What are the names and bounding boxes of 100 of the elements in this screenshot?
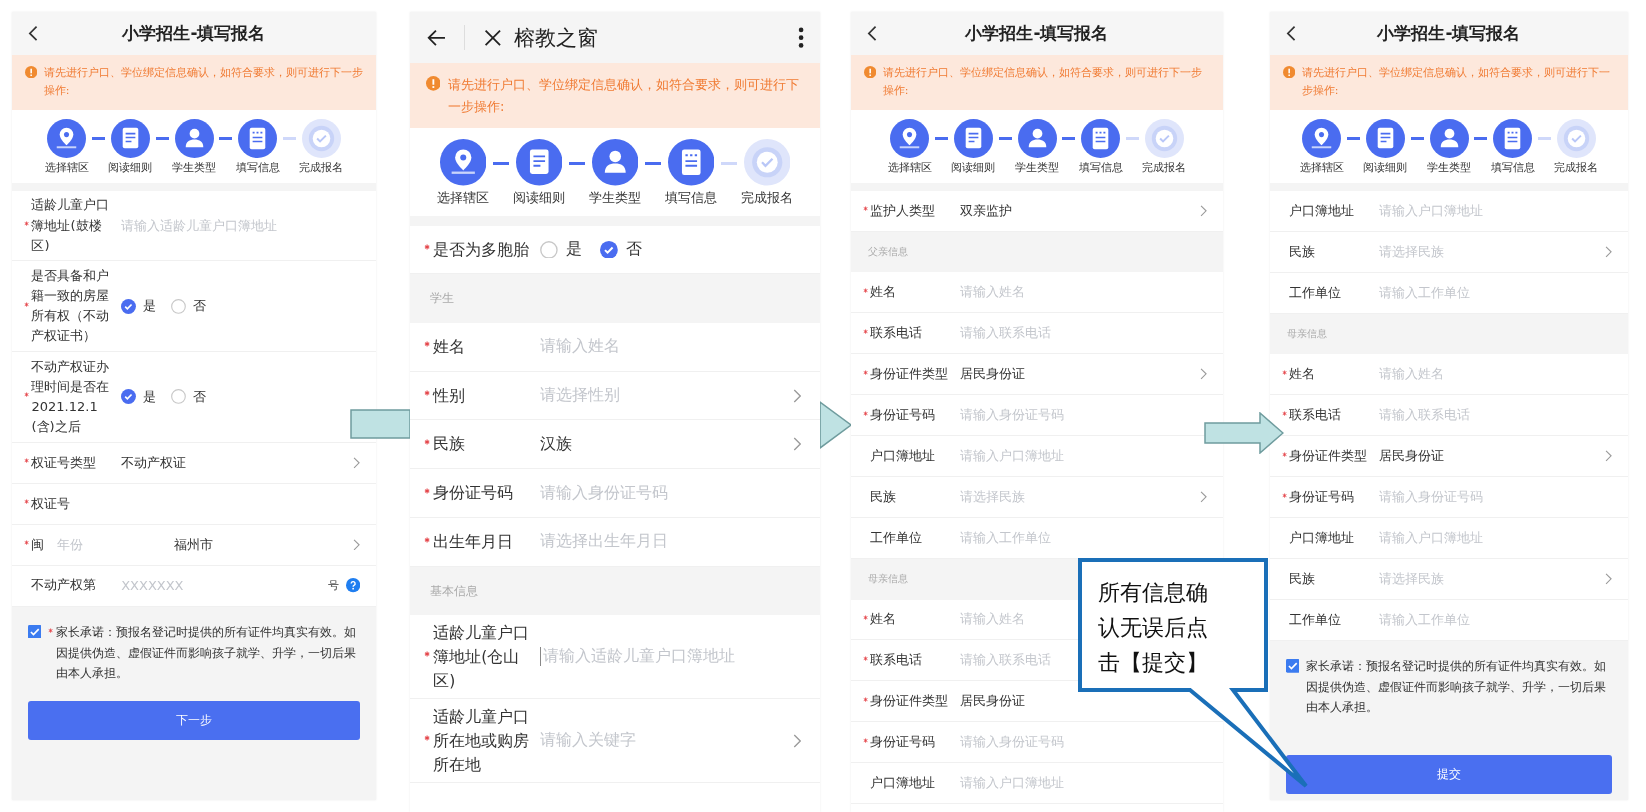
field-label: 户口簿地址: [870, 774, 937, 793]
input-field[interactable]: 请输入适龄儿童户口簿地址: [543, 646, 736, 668]
radio-button[interactable]: [121, 298, 137, 314]
arrow-body: [350, 409, 410, 439]
field-label: 工作单位: [1289, 610, 1343, 629]
step-label: 完成报名: [1142, 161, 1187, 176]
field-value[interactable]: 双亲监护: [960, 201, 1013, 220]
field-label: 身份证号码: [1289, 488, 1356, 506]
radio-button[interactable]: [171, 298, 187, 314]
field-label: 性别: [433, 385, 467, 407]
field-label: 权证号: [31, 494, 72, 513]
field-value[interactable]: 不动产权证: [121, 453, 187, 472]
help-icon[interactable]: [346, 578, 361, 593]
step-label: 选择辖区: [887, 161, 932, 176]
option-label: 否: [625, 239, 642, 261]
field-label: 联系电话: [1289, 406, 1343, 425]
field-label: 民族: [870, 488, 898, 506]
field-label: 姓名: [1289, 365, 1317, 384]
step-label: 学生类型: [1015, 161, 1059, 176]
input-field[interactable]: 请输入关键字: [540, 730, 637, 752]
field-label: 监护人类型: [870, 201, 937, 220]
field-label: 身份证件类型: [870, 365, 950, 384]
back-icon[interactable]: [866, 25, 877, 42]
field-label: 闽: [31, 535, 46, 554]
field-label: 民族: [433, 434, 467, 456]
input-field[interactable]: 请选择民族: [960, 488, 1026, 507]
field-label: 适龄儿童户口簿地址(仓山区): [433, 622, 531, 692]
radio-button[interactable]: [540, 240, 558, 259]
field-value[interactable]: 居民身份证: [960, 692, 1026, 711]
notice-text: 请先进行户口、学位绑定信息确认，如符合要求，则可进行下一步操作:: [882, 65, 1203, 100]
section-header: 父亲信息: [851, 231, 1223, 273]
pledge-text: 家长承诺：预报名登记时提供的所有证件均真实有效。如因提供伪造、虚假证件而影响孩子就学、升学，一切后果由本人承担。: [1305, 658, 1607, 717]
field-label: 姓名: [870, 610, 898, 629]
more-icon[interactable]: [798, 25, 805, 50]
section-header: 基本信息: [410, 566, 820, 616]
radio-button[interactable]: [600, 240, 619, 259]
step-label: 填写信息: [1078, 161, 1123, 176]
step-label: 学生类型: [172, 161, 216, 176]
warning-icon: [25, 65, 38, 79]
year-field[interactable]: 年份: [57, 535, 175, 554]
checkbox[interactable]: [27, 624, 42, 639]
callout-text: 所有信息确认无误后点击【提交】: [1098, 579, 1209, 678]
step-label: 阅读细则: [513, 190, 566, 208]
radio-button[interactable]: [121, 389, 137, 405]
field-label: 出生年月日: [433, 531, 515, 553]
step-label: 完成报名: [1554, 161, 1599, 176]
field-label: 不动产权第: [31, 576, 98, 595]
page-title: 小学招生-填写报名: [1376, 21, 1522, 45]
field-label: 身份证号码: [870, 406, 937, 425]
field-label: 户口簿地址: [1289, 201, 1356, 220]
field-value[interactable]: 汉族: [540, 433, 573, 455]
field-value[interactable]: 居民身份证: [960, 365, 1026, 384]
submit-button[interactable]: 提交: [1285, 754, 1613, 795]
city-value[interactable]: 福州市: [174, 535, 214, 554]
field-label: 工作单位: [870, 528, 924, 547]
field-label: 民族: [1289, 242, 1317, 261]
field-label: 身份证件类型: [870, 692, 950, 711]
input-field[interactable]: 请选择民族: [1379, 569, 1445, 588]
step-label: 完成报名: [299, 161, 344, 176]
step-label: 填写信息: [1490, 161, 1535, 176]
field-label: 是否具备和户籍一致的房屋所有权（不动产权证书）: [31, 267, 111, 346]
input-field[interactable]: XXXXXXX: [121, 578, 184, 594]
step-label: 阅读细则: [108, 161, 153, 176]
radio-button[interactable]: [171, 389, 187, 405]
field-label: 身份证号码: [870, 733, 937, 752]
field-label: 姓名: [870, 283, 898, 302]
field-label: 身份证件类型: [1289, 447, 1369, 466]
notice-text: 请先进行户口、学位绑定信息确认，如符合要求，则可进行下一步操作:: [1301, 65, 1611, 100]
input-field[interactable]: 请输入身份证号码: [540, 482, 669, 504]
option-label: 是: [142, 387, 156, 406]
section-header: 母亲信息: [1270, 313, 1628, 355]
step-label: 学生类型: [1427, 161, 1471, 176]
page-title: 小学招生-填写报名: [121, 21, 267, 45]
option-label: 是: [565, 239, 582, 261]
field-label: 权证号类型: [31, 453, 98, 472]
warning-icon: [864, 65, 877, 79]
back-icon[interactable]: [1285, 25, 1296, 42]
suffix-text: 号: [328, 578, 340, 594]
step-label: 学生类型: [589, 190, 641, 208]
field-label: 姓名: [433, 336, 467, 358]
step-label: 完成报名: [740, 190, 793, 208]
option-label: 是: [142, 297, 156, 316]
section-header: 学生: [410, 274, 820, 323]
field-label: 适龄儿童户口所在地或购房所在地: [433, 706, 531, 776]
input-field[interactable]: 请输入姓名: [540, 336, 621, 358]
step-label: 选择辖区: [437, 190, 490, 208]
step-label: 填写信息: [664, 190, 717, 208]
field-label: 联系电话: [870, 324, 924, 343]
submit-button[interactable]: 下一步: [27, 700, 361, 741]
field-label: 户口簿地址: [870, 447, 937, 466]
input-field[interactable]: 请选择民族: [1379, 242, 1445, 261]
option-label: 否: [192, 387, 206, 406]
field-value[interactable]: 居民身份证: [1379, 447, 1445, 466]
field-label: 是否为多胞胎: [433, 239, 531, 261]
input-field[interactable]: 请选择出生年月日: [540, 531, 669, 553]
step-label: 阅读细则: [951, 161, 996, 176]
input-field[interactable]: 请选择性别: [540, 385, 621, 407]
checkbox[interactable]: [1285, 659, 1300, 673]
notice-text: 请先进行户口、学位绑定信息确认，如符合要求，则可进行下一步操作:: [43, 65, 363, 100]
back-icon[interactable]: [27, 25, 38, 42]
